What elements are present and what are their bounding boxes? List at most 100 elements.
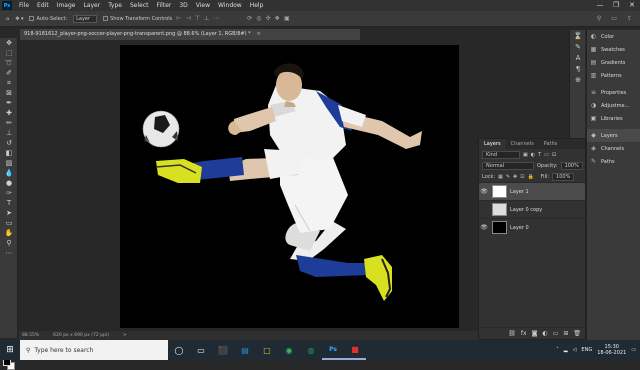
healing-brush-icon[interactable]: ✚	[0, 108, 18, 118]
store-icon[interactable]: ▤	[234, 340, 256, 360]
document-canvas[interactable]	[120, 45, 459, 328]
menu-3d[interactable]: 3D	[175, 2, 191, 9]
chrome-icon[interactable]: ◉	[278, 340, 300, 360]
close-button[interactable]: ✕	[624, 0, 640, 11]
filter-pixel-icon[interactable]: ▣	[523, 152, 528, 158]
camtasia-icon[interactable]: ◍	[300, 340, 322, 360]
align-top-icon[interactable]: ⊥	[204, 15, 209, 22]
brush-tool-icon[interactable]: ✏	[0, 118, 18, 128]
menu-help[interactable]: Help	[246, 2, 268, 9]
menu-view[interactable]: View	[192, 2, 214, 9]
minimize-button[interactable]: —	[592, 0, 608, 11]
3d-mode-icon[interactable]: ⟳	[247, 15, 252, 22]
blend-mode-dropdown[interactable]: Normal	[482, 161, 534, 170]
zoom-level[interactable]: 88.55%	[22, 331, 39, 340]
workspace-icon[interactable]: ▭	[611, 15, 617, 22]
transform-toggle[interactable]: Show Transform Controls	[103, 16, 172, 22]
lock-paint-icon[interactable]: ✎	[506, 174, 510, 180]
fill-input[interactable]: 100%	[552, 172, 575, 181]
hand-tool-icon[interactable]: ✋	[0, 228, 18, 238]
cortana-icon[interactable]: ◯	[168, 340, 190, 360]
clock[interactable]: 15:30 18-06-2021	[597, 344, 626, 356]
dock-channels[interactable]: ◈ Channels	[587, 142, 640, 155]
auto-select-dropdown[interactable]: Layer	[73, 14, 98, 23]
lock-position-icon[interactable]: ✥	[513, 174, 517, 180]
brush-settings-icon[interactable]: ✎	[570, 41, 586, 52]
filter-type-icon[interactable]: T	[538, 152, 541, 158]
photoshop-taskbar-icon[interactable]: Ps	[322, 340, 344, 360]
dock-paths[interactable]: ✎ Paths	[587, 155, 640, 168]
filter-smart-icon[interactable]: ⊡	[552, 152, 556, 158]
menu-window[interactable]: Window	[214, 2, 246, 9]
move-tool-icon[interactable]: ✥	[0, 38, 18, 48]
layer-row-layer-0-copy[interactable]: Layer 0 copy	[479, 200, 585, 218]
dock-color[interactable]: ◐ Color	[587, 30, 640, 43]
dock-adjustments[interactable]: ◑ Adjustme...	[587, 99, 640, 112]
gradient-tool-icon[interactable]: ▨	[0, 158, 18, 168]
visibility-eye-icon[interactable]: 👁	[479, 224, 489, 231]
dock-libraries[interactable]: ▣ Libraries	[587, 112, 640, 125]
dock-layers[interactable]: ◆ Layers	[587, 129, 640, 142]
delete-layer-icon[interactable]: 🗑	[573, 330, 581, 337]
layer-row-layer-0[interactable]: 👁 Layer 0	[479, 218, 585, 236]
layer-row-layer-1[interactable]: 👁 Layer 1	[479, 182, 585, 200]
layer-filter-dropdown[interactable]: Kind	[482, 150, 520, 159]
zoom-tool-icon[interactable]: ⚲	[0, 238, 18, 248]
align-center-icon[interactable]: ⊣	[186, 15, 191, 22]
path-select-icon[interactable]: ➤	[0, 208, 18, 218]
tab-paths[interactable]: Paths	[539, 139, 563, 149]
windows-start-icon[interactable]: ⊞	[0, 340, 20, 360]
dock-swatches[interactable]: ▦ Swatches	[587, 43, 640, 56]
menu-select[interactable]: Select	[126, 2, 153, 9]
menu-filter[interactable]: Filter	[153, 2, 176, 9]
new-layer-icon[interactable]: ⊞	[563, 330, 568, 337]
more-tools-icon[interactable]: ⋯	[0, 248, 18, 258]
lock-artboard-icon[interactable]: ⊡	[520, 174, 524, 180]
pan-3d-icon[interactable]: ✣	[266, 15, 271, 22]
new-group-icon[interactable]: ▭	[553, 330, 559, 337]
dock-properties[interactable]: ≡ Properties	[587, 86, 640, 99]
menu-type[interactable]: Type	[104, 2, 126, 9]
dock-patterns[interactable]: ▥ Patterns	[587, 69, 640, 82]
menu-file[interactable]: File	[15, 2, 33, 9]
layer-style-icon[interactable]: fx	[521, 330, 527, 337]
layer-name[interactable]: Layer 0 copy	[510, 207, 542, 213]
layer-name[interactable]: Layer 0	[510, 225, 529, 231]
crop-tool-icon[interactable]: ⌗	[0, 78, 18, 88]
folder-icon[interactable]: ▢	[256, 340, 278, 360]
slide-3d-icon[interactable]: ❖	[275, 15, 280, 22]
visibility-eye-icon[interactable]: 👁	[479, 188, 489, 195]
restore-button[interactable]: ❐	[608, 0, 624, 11]
transform-checkbox[interactable]	[103, 16, 109, 21]
taskbar-search-box[interactable]: ⚲ Type here to search	[20, 340, 168, 360]
notifications-icon[interactable]: ▭	[631, 347, 636, 353]
dodge-tool-icon[interactable]: ●	[0, 178, 18, 188]
opacity-input[interactable]: 100%	[560, 161, 583, 170]
tray-up-icon[interactable]: ˄	[556, 347, 559, 353]
lock-pixels-icon[interactable]: ▦	[498, 174, 503, 180]
recorder-icon[interactable]: ■	[344, 340, 366, 360]
filter-shape-icon[interactable]: ▭	[544, 152, 549, 158]
orbit-icon[interactable]: ◎	[256, 15, 261, 22]
lasso-tool-icon[interactable]: ➰	[0, 58, 18, 68]
paragraph-icon[interactable]: ¶	[570, 63, 586, 74]
tab-channels[interactable]: Channels	[506, 139, 539, 149]
eraser-tool-icon[interactable]: ◧	[0, 148, 18, 158]
search-icon[interactable]: ⚲	[597, 15, 601, 22]
type-tool-icon[interactable]: T	[0, 198, 18, 208]
volume-icon[interactable]: ◁	[573, 347, 577, 353]
task-view-icon[interactable]: ▭	[190, 340, 212, 360]
home-icon[interactable]: ⌂	[6, 16, 9, 22]
menu-image[interactable]: Image	[53, 2, 80, 9]
status-arrow-icon[interactable]: >	[123, 331, 127, 340]
glyphs-icon[interactable]: ⊕	[570, 74, 586, 85]
close-document-icon[interactable]: ×	[257, 31, 261, 37]
character-icon[interactable]: A	[570, 52, 586, 63]
language-indicator[interactable]: ENG	[581, 347, 592, 353]
pen-tool-icon[interactable]: ✑	[0, 188, 18, 198]
dock-gradients[interactable]: ▤ Gradients	[587, 56, 640, 69]
lock-all-icon[interactable]: 🔒	[527, 174, 533, 180]
link-layers-icon[interactable]: ⛓	[508, 330, 516, 337]
blur-tool-icon[interactable]: 💧	[0, 168, 18, 178]
tab-layers[interactable]: Layers	[479, 139, 506, 149]
